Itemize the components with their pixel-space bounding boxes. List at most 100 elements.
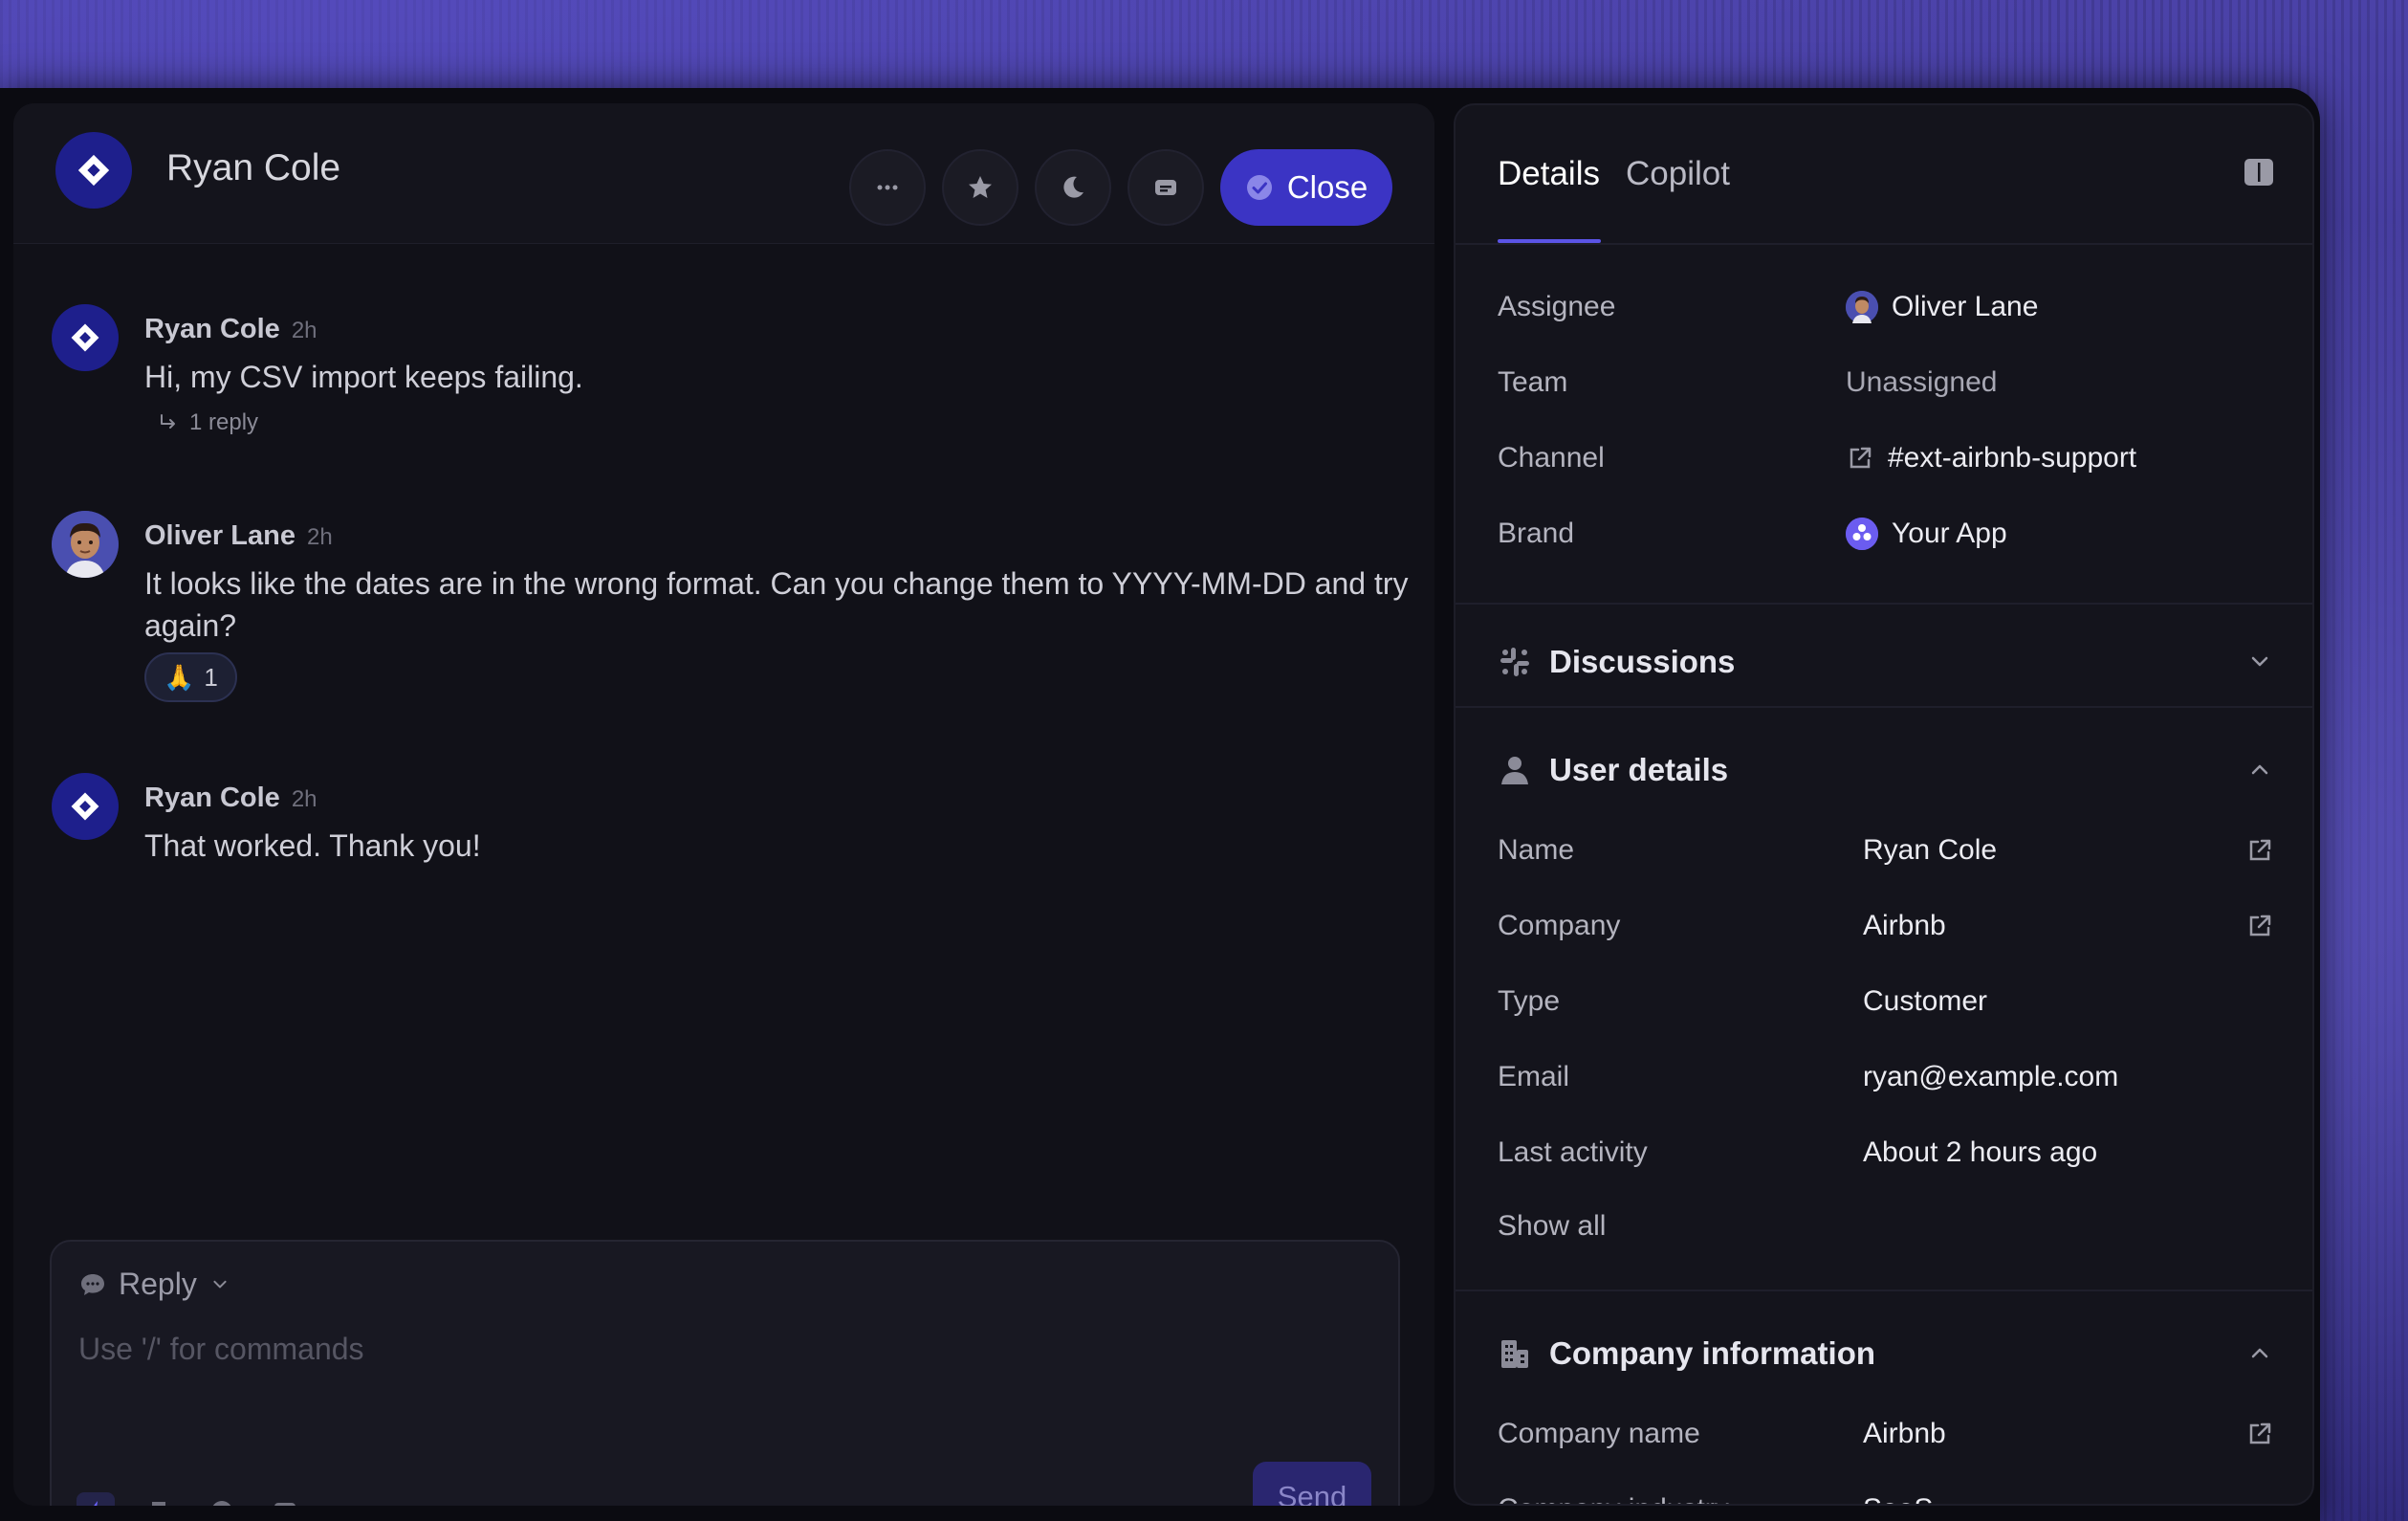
reply-composer[interactable]: Reply Use '/' for commands Send	[50, 1240, 1400, 1506]
tab-copilot[interactable]: Copilot	[1626, 155, 1730, 193]
field-value[interactable]: ryan@example.com	[1863, 1061, 2118, 1093]
brand-row[interactable]: Brand Your App	[1498, 510, 2274, 558]
field-value[interactable]: Airbnb	[1863, 910, 1946, 942]
brand-dots-icon	[1846, 518, 1878, 550]
message-text: That worked. Thank you!	[144, 828, 481, 863]
chevron-down-icon	[2251, 656, 2268, 667]
chat-bubble-icon	[81, 1273, 104, 1295]
message-text: It looks like the dates are in the wrong…	[144, 566, 1409, 643]
contact-avatar[interactable]	[55, 132, 132, 209]
field-label: Email	[1498, 1061, 1570, 1092]
diamond-logo-icon	[71, 323, 99, 352]
user-details-section-header[interactable]: User details	[1498, 741, 2274, 799]
field-value[interactable]: About 2 hours ago	[1863, 1136, 2097, 1169]
message-author: Oliver Lane 2h	[144, 520, 333, 551]
send-button[interactable]: Send	[1253, 1462, 1371, 1506]
message-item: Oliver Lane 2h It looks like the dates ar…	[52, 511, 1410, 702]
chevron-down-icon	[213, 1280, 227, 1288]
message-time: 2h	[306, 524, 333, 550]
author-avatar[interactable]	[52, 511, 119, 578]
more-tools-button[interactable]	[329, 1492, 367, 1506]
external-link-icon[interactable]	[2245, 836, 2274, 865]
user-icon	[1501, 757, 1528, 784]
discussions-section-header[interactable]: Discussions	[1498, 633, 2274, 691]
discussions-title: Discussions	[1549, 644, 1736, 679]
more-options-button[interactable]	[849, 149, 926, 226]
show-all-link[interactable]: Show all	[1498, 1210, 1606, 1243]
brand-value[interactable]: Your App	[1846, 518, 2007, 550]
smiley-icon	[212, 1501, 231, 1506]
composer-toolbar	[77, 1492, 367, 1506]
message-time: 2h	[291, 318, 317, 343]
team-label: Team	[1498, 366, 1568, 398]
external-link-icon[interactable]	[2245, 1420, 2274, 1448]
company-name-row[interactable]: Company name Airbnb	[1498, 1410, 2274, 1458]
check-circle-icon	[1246, 175, 1272, 200]
author-avatar[interactable]	[52, 773, 119, 840]
message-author: Ryan Cole 2h	[144, 783, 317, 813]
message-text: Hi, my CSV import keeps failing.	[144, 360, 583, 394]
section-divider	[1456, 706, 2312, 708]
user-company-row[interactable]: Company Airbnb	[1498, 902, 2274, 950]
reply-mode-label: Reply	[119, 1267, 197, 1301]
snooze-button[interactable]	[1035, 149, 1111, 226]
lightning-icon	[94, 1501, 98, 1506]
moon-icon	[1063, 176, 1084, 198]
field-value[interactable]: SaaS	[1863, 1493, 1933, 1504]
user-type-row[interactable]: Type Customer	[1498, 978, 2274, 1025]
saved-replies-button[interactable]	[140, 1492, 178, 1506]
thread-replies-link[interactable]: 1 reply	[157, 409, 258, 436]
composer-input[interactable]: Use '/' for commands	[78, 1332, 364, 1367]
reaction-chip[interactable]: 🙏 1	[144, 652, 237, 702]
user-name-row[interactable]: Name Ryan Cole	[1498, 827, 2274, 874]
user-last-activity-row[interactable]: Last activity About 2 hours ago	[1498, 1129, 2274, 1177]
star-button[interactable]	[942, 149, 1018, 226]
assignee-row[interactable]: Assignee Oliver Lane	[1498, 283, 2274, 331]
company-info-section-header[interactable]: Company information	[1498, 1325, 2274, 1382]
building-icon	[1501, 1340, 1528, 1368]
details-tabs: Details Copilot	[1456, 105, 2312, 245]
close-label: Close	[1286, 169, 1368, 205]
attach-image-button[interactable]	[266, 1492, 304, 1506]
team-value[interactable]: Unassigned	[1846, 366, 1997, 399]
field-label: Type	[1498, 985, 1561, 1017]
message-time: 2h	[291, 786, 317, 812]
shortcuts-button[interactable]	[77, 1492, 115, 1506]
reply-arrow-icon	[161, 414, 175, 429]
sidebar-toggle-icon[interactable]	[2242, 155, 2276, 189]
user-email-row[interactable]: Email ryan@example.com	[1498, 1053, 2274, 1101]
user-details-title: User details	[1549, 752, 1729, 787]
emoji-button[interactable]	[203, 1492, 241, 1506]
field-label: Company industry	[1498, 1493, 1729, 1504]
image-icon	[274, 1503, 296, 1506]
details-panel: Details Copilot Assignee Oliver Lane Tea…	[1454, 103, 2314, 1506]
channel-row[interactable]: Channel #ext-airbnb-support	[1498, 434, 2274, 482]
tab-details[interactable]: Details	[1498, 155, 1600, 193]
author-avatar[interactable]	[52, 304, 119, 371]
message-author: Ryan Cole 2h	[144, 314, 317, 344]
field-label: Company	[1498, 910, 1621, 941]
field-label: Company name	[1498, 1418, 1700, 1449]
star-icon	[969, 176, 992, 198]
channel-label: Channel	[1498, 442, 1605, 474]
field-value[interactable]: Ryan Cole	[1863, 834, 1997, 867]
ticket-button[interactable]	[1127, 149, 1204, 226]
company-industry-row[interactable]: Company industry SaaS	[1498, 1486, 2274, 1504]
person-avatar-icon	[52, 511, 119, 578]
close-conversation-button[interactable]: Close	[1220, 149, 1392, 226]
assignee-value[interactable]: Oliver Lane	[1846, 291, 2038, 323]
channel-value[interactable]: #ext-airbnb-support	[1846, 442, 2136, 474]
section-divider	[1456, 1290, 2312, 1291]
reaction-count: 1	[204, 662, 218, 692]
field-value[interactable]: Customer	[1863, 985, 1987, 1018]
conversation-header: Ryan Cole Close	[13, 103, 1434, 244]
external-link-icon[interactable]	[2245, 912, 2274, 940]
assignee-avatar	[1846, 291, 1878, 323]
external-link-icon	[1850, 447, 1872, 469]
field-value[interactable]: Airbnb	[1863, 1418, 1946, 1450]
message-item: Ryan Cole 2h Hi, my CSV import keeps fail…	[52, 304, 1410, 438]
team-row[interactable]: Team Unassigned	[1498, 359, 2274, 407]
message-item: Ryan Cole 2h That worked. Thank you!	[52, 773, 1410, 878]
field-label: Name	[1498, 834, 1575, 866]
reply-mode-selector[interactable]: Reply	[78, 1267, 231, 1302]
